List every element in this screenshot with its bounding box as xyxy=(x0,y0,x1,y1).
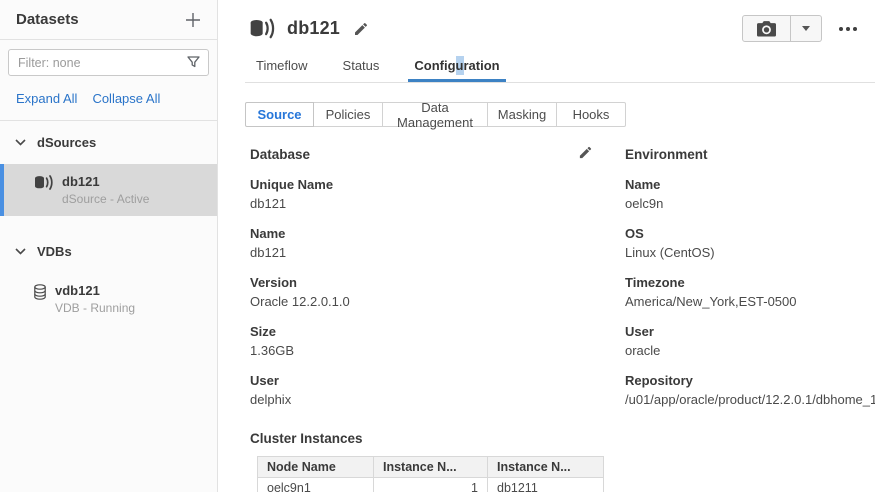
filter-field-wrap xyxy=(8,49,209,76)
chevron-down-icon xyxy=(15,139,26,146)
column-header: Node Name xyxy=(258,457,374,478)
subtab-hooks[interactable]: Hooks xyxy=(556,102,626,127)
vdb-icon xyxy=(33,284,47,300)
subtab-policies[interactable]: Policies xyxy=(313,102,383,127)
main-panel: db121 xyxy=(218,0,875,492)
environment-section: Environment Name oelc9n OS Linux (CentOS… xyxy=(625,147,875,407)
tab-status[interactable]: Status xyxy=(341,54,382,82)
sidebar-header: Datasets xyxy=(0,0,217,40)
tree-controls: Expand All Collapse All xyxy=(0,78,217,118)
field-timezone: Timezone America/New_York,EST-0500 xyxy=(625,275,875,309)
section-label: dSources xyxy=(37,135,96,150)
snapshot-dropdown-button[interactable] xyxy=(791,15,822,42)
dsource-icon xyxy=(248,18,276,39)
subtab-source[interactable]: Source xyxy=(245,102,314,127)
pencil-icon xyxy=(353,21,369,37)
caret-down-icon xyxy=(802,26,810,31)
cluster-instances-section: Cluster Instances Node Name Instance N..… xyxy=(218,407,875,492)
tabs-divider xyxy=(245,82,875,83)
field-env-user: User oracle xyxy=(625,324,875,358)
cluster-heading: Cluster Instances xyxy=(250,431,875,446)
column-header: Instance N... xyxy=(488,457,604,478)
expand-all-link[interactable]: Expand All xyxy=(16,91,77,106)
dataset-name: db121 xyxy=(62,174,149,189)
snapshot-button[interactable] xyxy=(742,15,791,42)
table-header-row: Node Name Instance N... Instance N... xyxy=(258,457,604,478)
sidebar-section-vdbs[interactable]: VDBs xyxy=(0,230,217,273)
datasets-sidebar: Datasets Expand All Collapse All xyxy=(0,0,218,492)
field-name: Name db121 xyxy=(250,226,625,260)
edit-database-button[interactable] xyxy=(578,145,593,160)
dsource-icon xyxy=(33,175,54,190)
filter-funnel-icon[interactable] xyxy=(187,56,200,69)
cluster-instances-table: Node Name Instance N... Instance N... oe… xyxy=(257,456,604,492)
column-header: Instance N... xyxy=(374,457,488,478)
tab-configuration[interactable]: Configuration xyxy=(412,54,501,82)
field-unique-name: Unique Name db121 xyxy=(250,177,625,211)
title-actions xyxy=(742,15,859,42)
pencil-icon xyxy=(578,145,593,160)
source-content: Database Unique Name db121 Name db121 Ve… xyxy=(218,127,875,407)
field-repository: Repository /u01/app/oracle/product/12.2.… xyxy=(625,373,875,407)
app-window: Datasets Expand All Collapse All xyxy=(0,0,875,492)
configuration-subtabs: Source Policies Data Management Masking … xyxy=(245,102,875,127)
title-row: db121 xyxy=(218,0,875,42)
subtab-data-management[interactable]: Data Management xyxy=(382,102,488,127)
main-tabs: Timeflow Status Configuration xyxy=(218,54,875,82)
field-size: Size 1.36GB xyxy=(250,324,625,358)
field-env-name: Name oelc9n xyxy=(625,177,875,211)
section-label: VDBs xyxy=(37,244,72,259)
text-selection-highlight: u xyxy=(456,56,464,75)
camera-icon xyxy=(757,21,776,37)
collapse-all-link[interactable]: Collapse All xyxy=(92,91,160,106)
sidebar-item-vdb121[interactable]: vdb121 VDB - Running xyxy=(0,273,217,325)
table-row[interactable]: oelc9n1 1 db1211 xyxy=(258,478,604,492)
dataset-name: vdb121 xyxy=(55,283,135,298)
filter-input[interactable] xyxy=(8,49,209,76)
sidebar-section-dsources[interactable]: dSources xyxy=(0,121,217,164)
database-heading: Database xyxy=(250,147,625,162)
plus-icon xyxy=(183,10,203,30)
field-version: Version Oracle 12.2.0.1.0 xyxy=(250,275,625,309)
snapshot-split-button xyxy=(742,15,822,42)
edit-title-button[interactable] xyxy=(353,21,369,37)
environment-heading: Environment xyxy=(625,147,875,162)
field-db-user: User delphix xyxy=(250,373,625,407)
sidebar-item-db121[interactable]: db121 dSource - Active xyxy=(0,164,217,216)
ellipsis-icon xyxy=(839,27,843,31)
dataset-status: dSource - Active xyxy=(62,192,149,206)
chevron-down-icon xyxy=(15,248,26,255)
field-os: OS Linux (CentOS) xyxy=(625,226,875,260)
subtab-masking[interactable]: Masking xyxy=(487,102,557,127)
more-actions-button[interactable] xyxy=(837,21,859,37)
page-title: db121 xyxy=(287,18,340,39)
tab-timeflow[interactable]: Timeflow xyxy=(254,54,310,82)
add-dataset-button[interactable] xyxy=(182,9,204,31)
sidebar-title: Datasets xyxy=(16,11,79,28)
dataset-status: VDB - Running xyxy=(55,301,135,315)
database-section: Database Unique Name db121 Name db121 Ve… xyxy=(250,147,625,407)
